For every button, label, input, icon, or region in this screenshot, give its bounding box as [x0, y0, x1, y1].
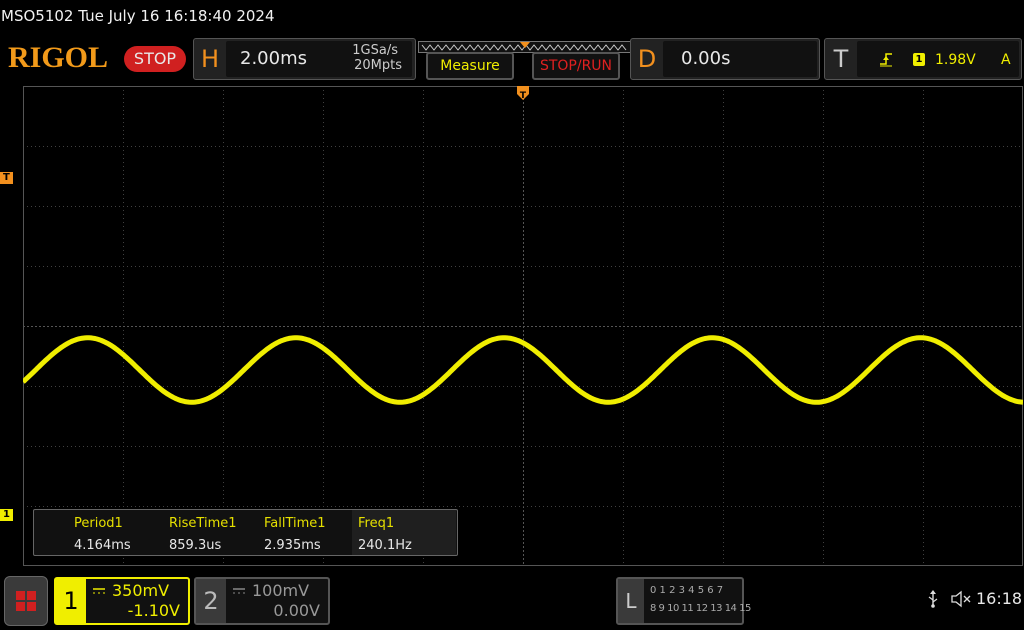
delay-value: 0.00s: [681, 48, 731, 69]
horizontal-settings: 2.00ms 1GSa/s 20Mpts: [226, 41, 412, 77]
logic-channels-panel[interactable]: L 0 1 2 3 4 5 6 7 8 9 10 11 12 13 14 15: [616, 577, 751, 625]
channel1-number: 1: [56, 579, 86, 623]
trigger-settings: 1 1.98V A: [857, 41, 1019, 77]
channel2-offset: 0.00V: [273, 601, 320, 620]
dc-coupling-icon: [93, 588, 105, 594]
rising-edge-icon: [880, 53, 892, 67]
grid-lines: [23, 86, 1023, 566]
channel1-ground-marker[interactable]: 1: [0, 509, 13, 521]
main-menu-button[interactable]: [4, 576, 48, 626]
channel1-settings[interactable]: 1 350mV -1.10V: [54, 577, 190, 625]
grid-menu-icon: [16, 591, 36, 611]
stop-run-button[interactable]: STOP/RUN: [532, 52, 620, 80]
measurement-value: 2.935ms: [264, 538, 321, 553]
waveform-grid[interactable]: T: [23, 86, 1023, 566]
run-state-badge[interactable]: STOP: [124, 46, 186, 72]
measurement-name: Period1: [74, 516, 123, 531]
logic-bits-row1: 0 1 2 3 4 5 6 7: [650, 585, 724, 596]
logic-label: L: [618, 579, 644, 623]
sample-rate-value: 1GSa/s: [352, 43, 398, 58]
measurement-panel: Period1 4.164ms RiseTime1 859.3us FallTi…: [33, 509, 458, 556]
measure-button[interactable]: Measure: [426, 52, 514, 80]
delay-panel[interactable]: D 0.00s: [630, 38, 820, 80]
horizontal-panel[interactable]: H 2.00ms 1GSa/s 20Mpts: [193, 38, 416, 80]
measurement-value: 240.1Hz: [358, 538, 412, 553]
measurement-value: 4.164ms: [74, 538, 131, 553]
trigger-source-badge: 1: [913, 53, 925, 66]
timebase-value: 2.00ms: [240, 48, 307, 69]
channel1-scale: 350mV: [112, 581, 170, 600]
speaker-muted-icon[interactable]: [950, 590, 972, 608]
delay-settings: 0.00s: [663, 41, 817, 77]
channel1-offset: -1.10V: [127, 601, 180, 620]
memory-position-strip: [418, 38, 632, 53]
rigol-logo: RIGOL: [8, 41, 109, 74]
memory-depth-value: 20Mpts: [354, 58, 402, 73]
trigger-panel[interactable]: T 1 1.98V A: [824, 38, 1022, 80]
clock: 16:18: [976, 589, 1023, 608]
channel2-number: 2: [196, 579, 226, 623]
measurement-name: RiseTime1: [169, 516, 237, 531]
trigger-mode-value: A: [1001, 52, 1011, 68]
dc-coupling-icon: [233, 588, 245, 594]
measurement-value: 859.3us: [169, 538, 222, 553]
status-title-line: MSO5102 Tue July 16 16:18:40 2024: [1, 7, 275, 25]
trigger-level-marker[interactable]: T: [0, 172, 13, 184]
trigger-position-letter: T: [520, 91, 527, 101]
measurement-name: Freq1: [358, 516, 395, 531]
channel2-scale: 100mV: [252, 581, 310, 600]
horizontal-label: H: [200, 45, 220, 73]
logic-bits-row2: 8 9 10 11 12 13 14 15: [650, 603, 751, 614]
trigger-label: T: [833, 45, 849, 73]
usb-icon: [928, 590, 938, 608]
trigger-level-value: 1.98V: [935, 52, 976, 68]
delay-label: D: [637, 45, 657, 73]
measurement-name: FallTime1: [264, 516, 326, 531]
channel2-settings[interactable]: 2 100mV 0.00V: [194, 577, 330, 625]
